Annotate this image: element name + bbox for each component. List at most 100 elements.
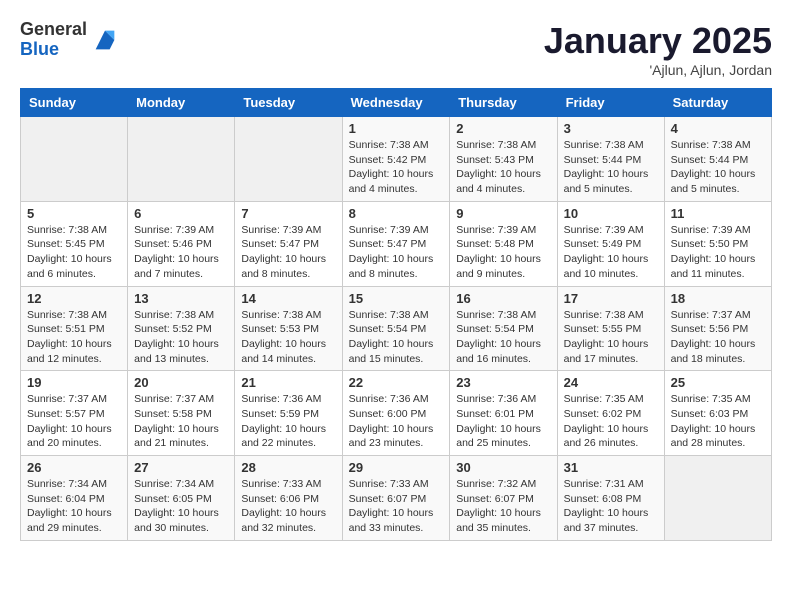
day-info: Sunrise: 7:38 AMSunset: 5:54 PMDaylight:… bbox=[349, 308, 444, 367]
calendar-cell: 21 Sunrise: 7:36 AMSunset: 5:59 PMDayligh… bbox=[235, 371, 342, 456]
page-header: General Blue January 2025 'Ajlun, Ajlun,… bbox=[20, 20, 772, 78]
day-number: 18 bbox=[671, 291, 765, 306]
day-info: Sunrise: 7:38 AMSunset: 5:44 PMDaylight:… bbox=[671, 138, 765, 197]
day-info: Sunrise: 7:37 AMSunset: 5:57 PMDaylight:… bbox=[27, 392, 121, 451]
day-info: Sunrise: 7:38 AMSunset: 5:54 PMDaylight:… bbox=[456, 308, 550, 367]
day-info: Sunrise: 7:37 AMSunset: 5:56 PMDaylight:… bbox=[671, 308, 765, 367]
day-info: Sunrise: 7:38 AMSunset: 5:42 PMDaylight:… bbox=[349, 138, 444, 197]
weekday-header-monday: Monday bbox=[128, 89, 235, 117]
calendar-cell: 28Sunrise: 7:33 AMSunset: 6:06 PMDayligh… bbox=[235, 456, 342, 541]
day-info: Sunrise: 7:38 AMSunset: 5:43 PMDaylight:… bbox=[456, 138, 550, 197]
day-number: 20 bbox=[134, 375, 228, 390]
weekday-header-tuesday: Tuesday bbox=[235, 89, 342, 117]
day-number: 7 bbox=[241, 206, 335, 221]
day-number: 10 bbox=[564, 206, 658, 221]
day-info: Sunrise: 7:32 AMSunset: 6:07 PMDaylight:… bbox=[456, 477, 550, 536]
calendar-cell: 26 Sunrise: 7:34 AMSunset: 6:04 PMDayligh… bbox=[21, 456, 128, 541]
calendar-cell: 4 Sunrise: 7:38 AMSunset: 5:44 PMDaylight… bbox=[664, 117, 771, 202]
calendar-cell: 27 Sunrise: 7:34 AMSunset: 6:05 PMDayligh… bbox=[128, 456, 235, 541]
calendar-week-row: 19 Sunrise: 7:37 AMSunset: 5:57 PMDayligh… bbox=[21, 371, 772, 456]
day-info: Sunrise: 7:35 AMSunset: 6:02 PMDaylight:… bbox=[564, 392, 658, 451]
calendar-cell: 19 Sunrise: 7:37 AMSunset: 5:57 PMDayligh… bbox=[21, 371, 128, 456]
calendar-cell: 16 Sunrise: 7:38 AMSunset: 5:54 PMDayligh… bbox=[450, 286, 557, 371]
logo: General Blue bbox=[20, 20, 119, 60]
calendar-cell: 5Sunrise: 7:38 AMSunset: 5:45 PMDaylight… bbox=[21, 201, 128, 286]
day-number: 17 bbox=[564, 291, 658, 306]
day-number: 3 bbox=[564, 121, 658, 136]
calendar-cell: 20Sunrise: 7:37 AMSunset: 5:58 PMDayligh… bbox=[128, 371, 235, 456]
day-number: 13 bbox=[134, 291, 228, 306]
calendar-cell bbox=[664, 456, 771, 541]
day-number: 16 bbox=[456, 291, 550, 306]
calendar-cell: 7 Sunrise: 7:39 AMSunset: 5:47 PMDaylight… bbox=[235, 201, 342, 286]
day-number: 2 bbox=[456, 121, 550, 136]
calendar-cell bbox=[235, 117, 342, 202]
calendar-cell bbox=[21, 117, 128, 202]
calendar-cell: 1 Sunrise: 7:38 AMSunset: 5:42 PMDaylight… bbox=[342, 117, 450, 202]
day-info: Sunrise: 7:36 AMSunset: 6:00 PMDaylight:… bbox=[349, 392, 444, 451]
day-number: 15 bbox=[349, 291, 444, 306]
day-info: Sunrise: 7:38 AMSunset: 5:53 PMDaylight:… bbox=[241, 308, 335, 367]
weekday-header-row: SundayMondayTuesdayWednesdayThursdayFrid… bbox=[21, 89, 772, 117]
day-number: 28 bbox=[241, 460, 335, 475]
day-info: Sunrise: 7:39 AMSunset: 5:46 PMDaylight:… bbox=[134, 223, 228, 282]
day-info: Sunrise: 7:31 AMSunset: 6:08 PMDaylight:… bbox=[564, 477, 658, 536]
calendar-cell: 24 Sunrise: 7:35 AMSunset: 6:02 PMDayligh… bbox=[557, 371, 664, 456]
day-number: 6 bbox=[134, 206, 228, 221]
day-info: Sunrise: 7:39 AMSunset: 5:47 PMDaylight:… bbox=[349, 223, 444, 282]
calendar-cell: 30Sunrise: 7:32 AMSunset: 6:07 PMDayligh… bbox=[450, 456, 557, 541]
calendar-cell: 22 Sunrise: 7:36 AMSunset: 6:00 PMDayligh… bbox=[342, 371, 450, 456]
calendar-week-row: 1 Sunrise: 7:38 AMSunset: 5:42 PMDaylight… bbox=[21, 117, 772, 202]
day-number: 14 bbox=[241, 291, 335, 306]
calendar-week-row: 26 Sunrise: 7:34 AMSunset: 6:04 PMDayligh… bbox=[21, 456, 772, 541]
calendar-cell: 23Sunrise: 7:36 AMSunset: 6:01 PMDayligh… bbox=[450, 371, 557, 456]
logo-icon bbox=[91, 26, 119, 54]
calendar-cell: 8Sunrise: 7:39 AMSunset: 5:47 PMDaylight… bbox=[342, 201, 450, 286]
calendar-cell: 14 Sunrise: 7:38 AMSunset: 5:53 PMDayligh… bbox=[235, 286, 342, 371]
calendar-cell: 3 Sunrise: 7:38 AMSunset: 5:44 PMDaylight… bbox=[557, 117, 664, 202]
day-info: Sunrise: 7:39 AMSunset: 5:47 PMDaylight:… bbox=[241, 223, 335, 282]
day-info: Sunrise: 7:36 AMSunset: 5:59 PMDaylight:… bbox=[241, 392, 335, 451]
day-info: Sunrise: 7:34 AMSunset: 6:05 PMDaylight:… bbox=[134, 477, 228, 536]
weekday-header-sunday: Sunday bbox=[21, 89, 128, 117]
day-info: Sunrise: 7:33 AMSunset: 6:07 PMDaylight:… bbox=[349, 477, 444, 536]
logo-blue-text: Blue bbox=[20, 40, 87, 60]
calendar-cell: 15 Sunrise: 7:38 AMSunset: 5:54 PMDayligh… bbox=[342, 286, 450, 371]
calendar-cell: 9Sunrise: 7:39 AMSunset: 5:48 PMDaylight… bbox=[450, 201, 557, 286]
logo-general-text: General bbox=[20, 20, 87, 40]
calendar-cell: 29Sunrise: 7:33 AMSunset: 6:07 PMDayligh… bbox=[342, 456, 450, 541]
calendar-cell: 12Sunrise: 7:38 AMSunset: 5:51 PMDayligh… bbox=[21, 286, 128, 371]
day-number: 5 bbox=[27, 206, 121, 221]
day-info: Sunrise: 7:38 AMSunset: 5:51 PMDaylight:… bbox=[27, 308, 121, 367]
day-number: 22 bbox=[349, 375, 444, 390]
day-info: Sunrise: 7:38 AMSunset: 5:44 PMDaylight:… bbox=[564, 138, 658, 197]
day-info: Sunrise: 7:38 AMSunset: 5:55 PMDaylight:… bbox=[564, 308, 658, 367]
day-number: 31 bbox=[564, 460, 658, 475]
location-subtitle: 'Ajlun, Ajlun, Jordan bbox=[544, 62, 772, 78]
calendar-week-row: 5Sunrise: 7:38 AMSunset: 5:45 PMDaylight… bbox=[21, 201, 772, 286]
day-info: Sunrise: 7:36 AMSunset: 6:01 PMDaylight:… bbox=[456, 392, 550, 451]
day-number: 4 bbox=[671, 121, 765, 136]
calendar-cell: 11Sunrise: 7:39 AMSunset: 5:50 PMDayligh… bbox=[664, 201, 771, 286]
calendar-cell bbox=[128, 117, 235, 202]
day-number: 11 bbox=[671, 206, 765, 221]
day-number: 25 bbox=[671, 375, 765, 390]
weekday-header-wednesday: Wednesday bbox=[342, 89, 450, 117]
weekday-header-thursday: Thursday bbox=[450, 89, 557, 117]
calendar-cell: 25 Sunrise: 7:35 AMSunset: 6:03 PMDayligh… bbox=[664, 371, 771, 456]
calendar-cell: 31 Sunrise: 7:31 AMSunset: 6:08 PMDayligh… bbox=[557, 456, 664, 541]
calendar-cell: 13 Sunrise: 7:38 AMSunset: 5:52 PMDayligh… bbox=[128, 286, 235, 371]
day-number: 27 bbox=[134, 460, 228, 475]
day-number: 21 bbox=[241, 375, 335, 390]
calendar-cell: 18 Sunrise: 7:37 AMSunset: 5:56 PMDayligh… bbox=[664, 286, 771, 371]
title-area: January 2025 'Ajlun, Ajlun, Jordan bbox=[544, 20, 772, 78]
day-info: Sunrise: 7:38 AMSunset: 5:52 PMDaylight:… bbox=[134, 308, 228, 367]
day-info: Sunrise: 7:34 AMSunset: 6:04 PMDaylight:… bbox=[27, 477, 121, 536]
calendar-cell: 17 Sunrise: 7:38 AMSunset: 5:55 PMDayligh… bbox=[557, 286, 664, 371]
day-info: Sunrise: 7:35 AMSunset: 6:03 PMDaylight:… bbox=[671, 392, 765, 451]
day-number: 19 bbox=[27, 375, 121, 390]
day-number: 26 bbox=[27, 460, 121, 475]
day-number: 24 bbox=[564, 375, 658, 390]
day-number: 1 bbox=[349, 121, 444, 136]
calendar-week-row: 12Sunrise: 7:38 AMSunset: 5:51 PMDayligh… bbox=[21, 286, 772, 371]
